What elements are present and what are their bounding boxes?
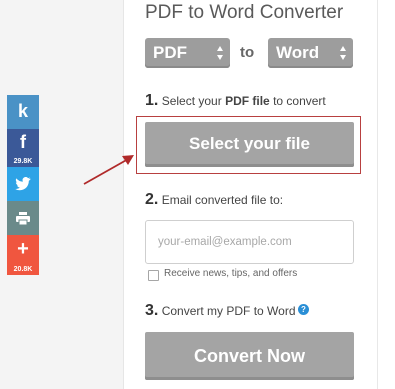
step-text: to convert: [269, 94, 326, 108]
step-2-label: 2. Email converted file to:: [145, 191, 283, 209]
from-format-value: PDF: [153, 43, 187, 62]
select-file-button[interactable]: Select your file: [145, 122, 354, 167]
facebook-share-button[interactable]: f 29.8K: [7, 129, 39, 167]
step-text: Email converted file to:: [161, 193, 284, 207]
step-text-bold: PDF file: [225, 94, 270, 108]
twitter-icon: [15, 177, 31, 191]
step-1-label: 1. Select your PDF file to convert: [145, 92, 326, 110]
step-3-label: 3. Convert my PDF to Word: [145, 302, 296, 320]
facebook-icon: f: [20, 132, 26, 152]
facebook-share-count: 29.8K: [13, 158, 33, 165]
more-share-count: 20.8K: [13, 266, 33, 273]
convert-now-button[interactable]: Convert Now: [145, 332, 354, 380]
step-number: 2.: [145, 191, 159, 208]
step-number: 3.: [145, 302, 159, 319]
to-format-value: Word: [276, 43, 320, 62]
help-icon[interactable]: ?: [298, 304, 309, 315]
page-title: PDF to Word Converter: [145, 2, 344, 23]
email-input[interactable]: [145, 220, 354, 264]
to-label: to: [240, 44, 255, 61]
select-arrows-icon: [217, 46, 224, 60]
newsletter-checkbox-label: Receive news, tips, and offers: [164, 268, 298, 279]
print-button[interactable]: [7, 201, 39, 235]
kik-icon: k: [17, 101, 28, 121]
twitter-share-button[interactable]: [7, 167, 39, 201]
left-divider: [123, 0, 124, 389]
select-arrows-icon: [340, 46, 347, 60]
right-divider: [377, 0, 378, 389]
plus-icon: +: [17, 238, 29, 260]
print-icon: [16, 212, 30, 226]
more-share-button[interactable]: + 20.8K: [7, 235, 39, 275]
red-arrow-icon: [83, 155, 134, 185]
from-format-select[interactable]: PDF: [145, 38, 230, 68]
to-format-select[interactable]: Word: [268, 38, 353, 68]
step-text: Select your: [161, 94, 226, 108]
step-number: 1.: [145, 92, 159, 109]
kik-share-button[interactable]: k: [7, 95, 39, 129]
newsletter-checkbox[interactable]: [148, 270, 159, 281]
step-text: Convert my PDF to Word: [161, 304, 296, 318]
